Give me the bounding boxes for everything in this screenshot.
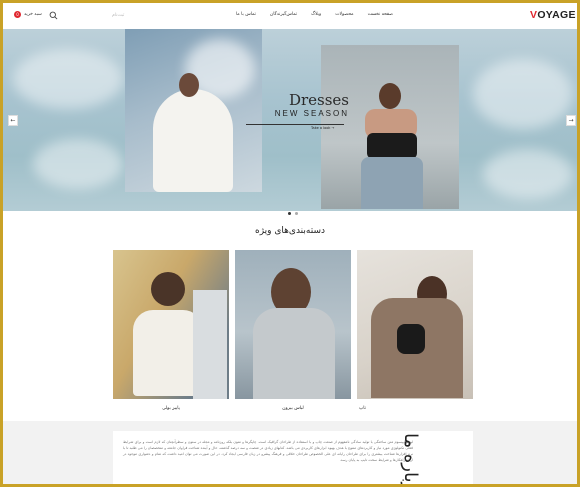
hero-divider [246,124,344,125]
hero-title: Dresses [288,91,349,109]
category-card[interactable]: لباس بیرون نمایش همه [235,250,351,430]
slider-dots [288,212,298,215]
nav-item-contact-us[interactable]: تماس با ما [236,12,256,17]
about-text: لورم ایپسوم متن ساختگی با تولید سادگی نا… [123,440,413,462]
chair-shape [193,290,227,399]
featured-title: دسته‌بندی‌های ویژه [254,226,325,236]
cart-label: سبد خرید [24,12,42,17]
hero-image-white-dress [125,29,262,192]
model-head-shape [379,83,401,109]
model-top-shape [367,133,417,159]
hero-subtitle: NEW SEASON [274,109,349,118]
category-card[interactable]: تاپ نمایش همه [357,250,473,430]
hero-cta-link[interactable]: Take a look → [311,126,334,130]
brand-logo-rest: OYAGE [537,9,576,21]
category-name[interactable]: تاپ [359,406,473,411]
cloud-decoration [33,139,123,189]
category-image[interactable] [357,250,473,399]
model-top-shape [397,324,425,354]
model-jeans-shape [361,157,423,209]
model-dress-shape [153,89,233,192]
main-nav: صفحه نخست محصولات وبلاگ تماس‌گیرندگان تم… [218,12,393,17]
cart-count-badge: 0 [14,11,21,18]
hero-slider: Dresses NEW SEASON Take a look → ← → [3,29,577,211]
slider-prev-button[interactable]: ← [8,115,18,126]
slider-dot[interactable] [288,212,291,215]
nav-item-blog[interactable]: وبلاگ [311,12,321,17]
hero-image-denim [321,45,459,209]
cloud-decoration [473,59,573,129]
search-icon[interactable] [49,11,58,20]
category-name[interactable]: لباس بیرون [235,406,351,411]
cloud-decoration [13,49,123,109]
category-card[interactable]: پاییز بولی نمایش همه [113,250,229,430]
slider-next-button[interactable]: → [566,115,576,126]
slider-dot[interactable] [295,212,298,215]
site-header: 0 سبد خرید ثبت‌نام صفحه نخست محصولات وبل… [3,3,577,29]
nav-item-contacts[interactable]: تماس‌گیرندگان [270,12,297,17]
brand-logo[interactable]: VOYAGE [530,9,576,21]
login-link[interactable]: ثبت‌نام [112,13,124,18]
nav-item-products[interactable]: محصولات [335,12,353,17]
category-image[interactable] [235,250,351,399]
cart-button[interactable]: 0 سبد خرید [14,11,42,18]
page-frame: 0 سبد خرید ثبت‌نام صفحه نخست محصولات وبل… [0,0,580,487]
model-jacket-shape [253,308,335,399]
nav-item-home[interactable]: صفحه نخست [368,12,393,17]
category-name[interactable]: پاییز بولی [113,406,229,411]
model-head-shape [151,272,185,306]
model-head-shape [179,73,199,97]
about-title: درباره ما [400,433,421,487]
cloud-decoration [483,149,573,199]
category-image[interactable] [113,250,229,399]
